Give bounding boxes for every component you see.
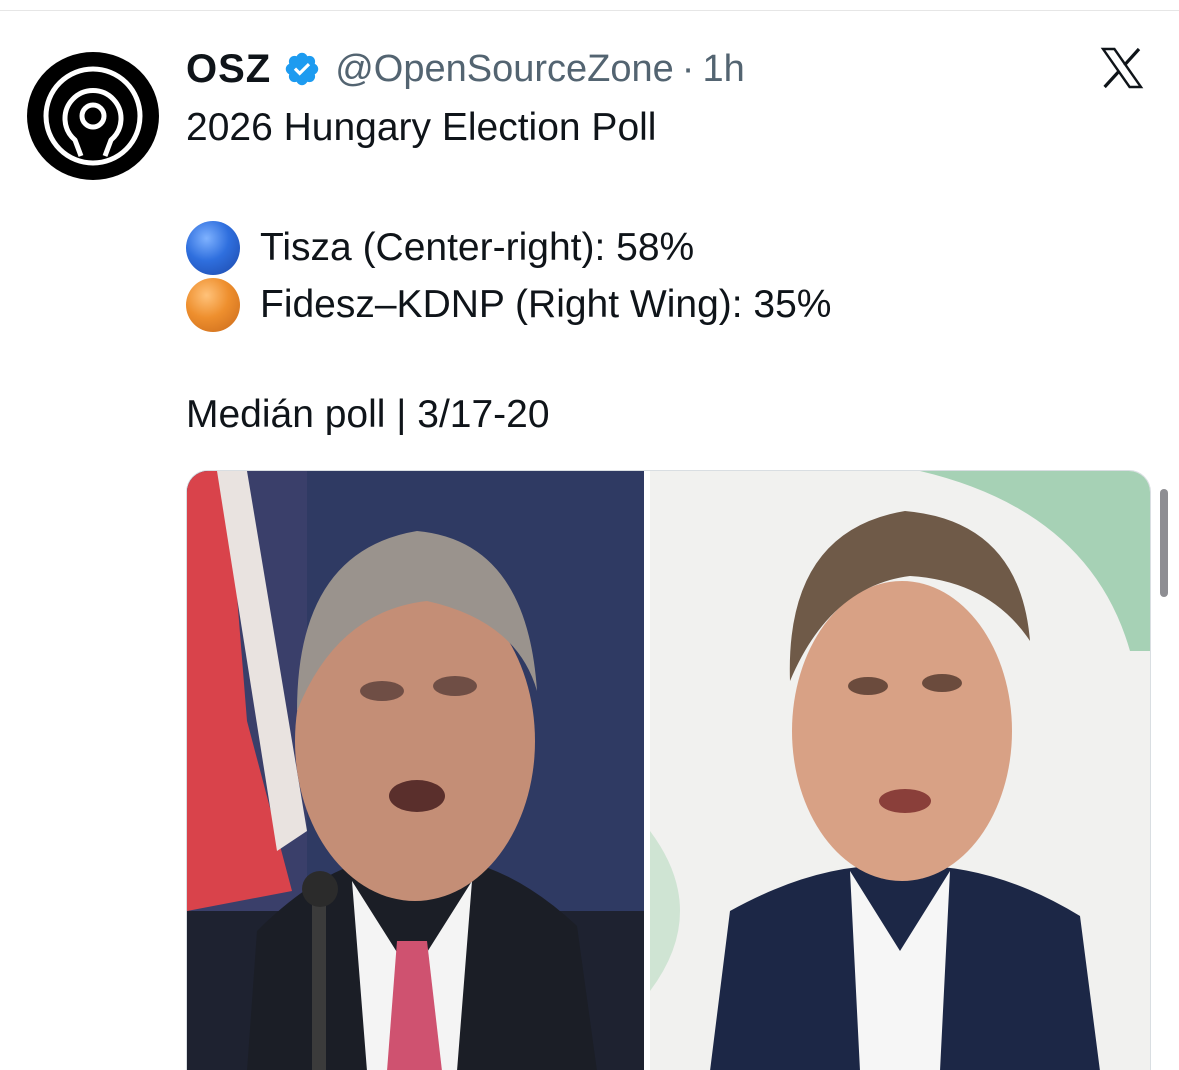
timestamp[interactable]: 1h: [702, 48, 744, 91]
poll-line-text: Tisza (Center-right): 58%: [260, 226, 695, 269]
poll-line-tisza: Tisza (Center-right): 58%: [186, 221, 694, 275]
photo-right[interactable]: [649, 471, 1150, 1070]
top-divider: [0, 10, 1179, 11]
avatar[interactable]: [27, 52, 159, 180]
x-logo-icon[interactable]: [1097, 44, 1147, 92]
user-handle[interactable]: @OpenSourceZone: [335, 48, 674, 91]
tweet-title: 2026 Hungary Election Poll: [186, 106, 657, 149]
orange-circle-icon: [186, 278, 240, 332]
poll-source: Medián poll | 3/17-20: [186, 393, 550, 436]
tweet-media[interactable]: [186, 470, 1151, 1070]
scrollbar-thumb[interactable]: [1160, 489, 1168, 597]
poll-line-fidesz: Fidesz–KDNP (Right Wing): 35%: [186, 278, 831, 332]
separator-dot: ·: [681, 47, 695, 90]
poll-line-text: Fidesz–KDNP (Right Wing): 35%: [260, 283, 832, 326]
verified-badge-icon: [283, 50, 321, 88]
blue-circle-icon: [186, 221, 240, 275]
tweet-header: OSZ @OpenSourceZone · 1h: [186, 45, 745, 93]
display-name[interactable]: OSZ: [186, 47, 271, 92]
photo-left[interactable]: [187, 471, 644, 1070]
open-source-logo-icon: [43, 66, 143, 166]
